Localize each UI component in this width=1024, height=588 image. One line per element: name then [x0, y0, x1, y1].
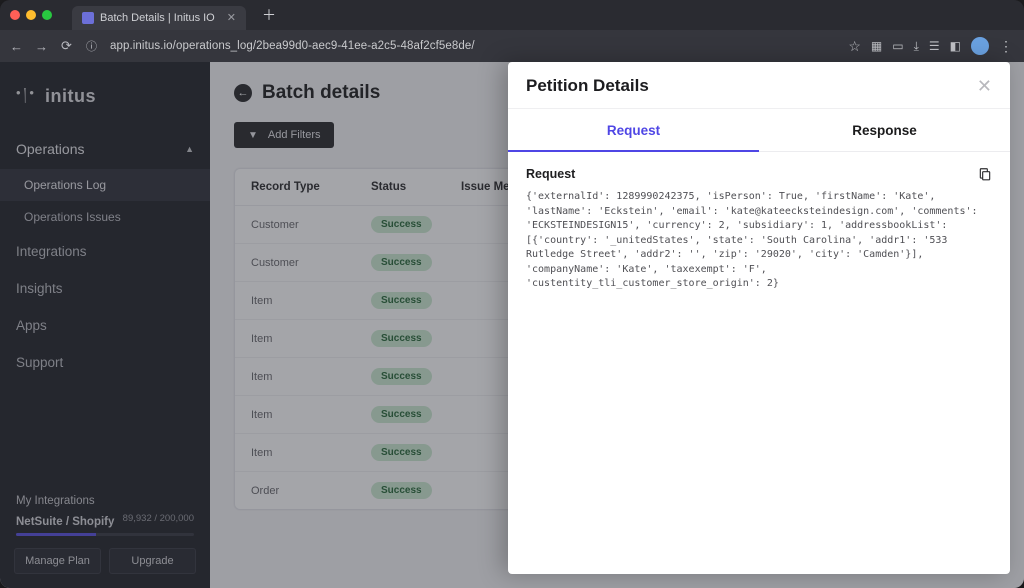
- site-info-icon[interactable]: ⓘ: [85, 38, 98, 54]
- extension2-icon[interactable]: ▭: [892, 39, 903, 53]
- panel-body: Request {'externalId': 1289990242375, 'i…: [508, 152, 1010, 574]
- panel-tabs: Request Response: [508, 109, 1010, 152]
- petition-details-panel: Petition Details ✕ Request Response Requ…: [508, 62, 1010, 574]
- browser-window: Batch Details | Initus IO ✕ ＋ ← → ⟳ ⓘ ap…: [0, 0, 1024, 588]
- tab-title: Batch Details | Initus IO: [100, 12, 215, 24]
- copy-icon[interactable]: [978, 166, 992, 182]
- window-zoom[interactable]: [42, 10, 52, 20]
- profile-icon[interactable]: [971, 37, 989, 55]
- close-icon[interactable]: ✕: [977, 77, 992, 95]
- address-field[interactable]: app.initus.io/operations_log/2bea99d0-ae…: [110, 40, 836, 52]
- toolbar-actions: ☆ ▦ ▭ ⤓ ☰ ◧ ⋮: [848, 37, 1014, 55]
- panel-header: Petition Details ✕: [508, 62, 1010, 109]
- titlebar: Batch Details | Initus IO ✕ ＋: [0, 0, 1024, 30]
- request-section-label: Request: [526, 167, 575, 181]
- tab-response[interactable]: Response: [759, 109, 1010, 152]
- sidepanel-icon[interactable]: ◧: [950, 39, 961, 53]
- tab-request[interactable]: Request: [508, 109, 759, 152]
- extensions-menu-icon[interactable]: ☰: [929, 39, 940, 53]
- window-close[interactable]: [10, 10, 20, 20]
- nav-reload-icon[interactable]: ⟳: [60, 38, 73, 54]
- browser-tab[interactable]: Batch Details | Initus IO ✕: [72, 6, 246, 30]
- panel-title: Petition Details: [526, 76, 649, 96]
- new-tab-button[interactable]: ＋: [262, 5, 276, 25]
- window-minimize[interactable]: [26, 10, 36, 20]
- url-bar: ← → ⟳ ⓘ app.initus.io/operations_log/2be…: [0, 30, 1024, 62]
- extension-icon[interactable]: ▦: [871, 39, 882, 53]
- tab-close-icon[interactable]: ✕: [227, 11, 236, 24]
- nav-back-icon[interactable]: ←: [10, 39, 23, 54]
- request-body[interactable]: {'externalId': 1289990242375, 'isPerson'…: [526, 190, 992, 292]
- favicon-icon: [82, 12, 94, 24]
- nav-forward-icon[interactable]: →: [35, 39, 48, 54]
- window-controls: [10, 10, 52, 20]
- bookmark-icon[interactable]: ☆: [848, 38, 861, 55]
- menu-dots-icon[interactable]: ⋮: [999, 38, 1014, 55]
- download-icon[interactable]: ⤓: [914, 39, 919, 54]
